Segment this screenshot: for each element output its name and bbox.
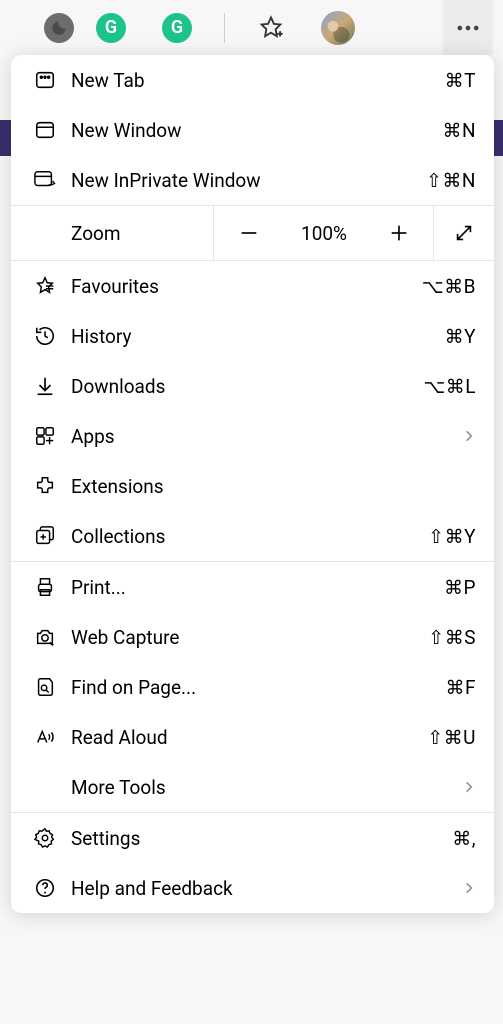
menu-item-apps[interactable]: Apps <box>11 411 494 461</box>
profile-avatar[interactable] <box>321 11 355 45</box>
chevron-right-icon <box>462 429 476 443</box>
new-tab-icon <box>25 69 65 91</box>
favourites-icon <box>25 275 65 297</box>
menu-item-favourites[interactable]: Favourites ⌥⌘B <box>11 261 494 311</box>
apps-icon <box>25 425 65 447</box>
print-icon <box>25 576 65 598</box>
grammarly-icon[interactable]: G <box>96 13 126 43</box>
menu-item-downloads[interactable]: Downloads ⌥⌘L <box>11 361 494 411</box>
menu-shortcut: ⌘T <box>445 69 476 92</box>
menu-label: Read Aloud <box>65 726 427 749</box>
zoom-controls: Zoom 100% <box>11 205 494 261</box>
zoom-out-button[interactable] <box>214 206 284 260</box>
menu-item-history[interactable]: History ⌘Y <box>11 311 494 361</box>
menu-item-new-tab[interactable]: New Tab ⌘T <box>11 55 494 105</box>
menu-shortcut: ⌥⌘B <box>422 275 476 298</box>
chevron-right-icon <box>462 780 476 794</box>
menu-item-more-tools[interactable]: More Tools <box>11 762 494 812</box>
settings-menu: New Tab ⌘T New Window ⌘N New InPrivate W… <box>11 55 494 913</box>
menu-label: Print... <box>65 576 444 599</box>
menu-shortcut: ⇧⌘U <box>427 726 476 749</box>
toolbar-separator <box>224 13 225 43</box>
zoom-value: 100% <box>284 206 364 260</box>
collections-icon <box>25 525 65 547</box>
menu-label: New Tab <box>65 69 445 92</box>
menu-item-extensions[interactable]: Extensions <box>11 461 494 511</box>
menu-label: Find on Page... <box>65 676 445 699</box>
menu-shortcut: ⌘, <box>452 827 476 850</box>
menu-shortcut: ⌘Y <box>445 325 476 348</box>
dark-mode-icon[interactable] <box>44 13 74 43</box>
menu-label: Extensions <box>65 475 476 498</box>
menu-label: More Tools <box>65 776 462 799</box>
menu-label: New Window <box>65 119 442 142</box>
menu-shortcut: ⌘N <box>442 119 476 142</box>
menu-shortcut: ⌘P <box>444 576 476 599</box>
extensions-icon <box>25 475 65 497</box>
downloads-icon <box>25 375 65 397</box>
menu-shortcut: ⇧⌘N <box>426 169 476 192</box>
menu-label: History <box>65 325 445 348</box>
menu-label: Downloads <box>65 375 423 398</box>
favourites-star-icon[interactable] <box>257 14 285 42</box>
menu-item-help[interactable]: Help and Feedback <box>11 863 494 913</box>
menu-item-find[interactable]: Find on Page... ⌘F <box>11 662 494 712</box>
menu-label: Settings <box>65 827 452 850</box>
new-window-icon <box>25 119 65 141</box>
menu-shortcut: ⇧⌘S <box>428 626 476 649</box>
fullscreen-button[interactable] <box>434 206 494 260</box>
menu-item-new-window[interactable]: New Window ⌘N <box>11 105 494 155</box>
menu-shortcut: ⇧⌘Y <box>428 525 476 548</box>
browser-toolbar: G G <box>0 0 503 55</box>
menu-item-web-capture[interactable]: Web Capture ⇧⌘S <box>11 612 494 662</box>
more-menu-button[interactable] <box>443 0 493 55</box>
inprivate-icon <box>25 169 65 191</box>
menu-shortcut: ⌘F <box>445 676 476 699</box>
history-icon <box>25 325 65 347</box>
menu-label: Apps <box>65 425 462 448</box>
help-icon <box>25 877 65 899</box>
find-icon <box>25 676 65 698</box>
zoom-in-button[interactable] <box>364 206 434 260</box>
menu-item-new-inprivate[interactable]: New InPrivate Window ⇧⌘N <box>11 155 494 205</box>
menu-shortcut: ⌥⌘L <box>423 375 476 398</box>
settings-icon <box>25 827 65 849</box>
menu-label: Collections <box>65 525 428 548</box>
menu-label: Favourites <box>65 275 422 298</box>
menu-item-settings[interactable]: Settings ⌘, <box>11 813 494 863</box>
menu-label: Web Capture <box>65 626 428 649</box>
chevron-right-icon <box>462 881 476 895</box>
menu-label: Help and Feedback <box>65 877 462 900</box>
camera-icon <box>25 626 65 648</box>
zoom-label: Zoom <box>11 206 214 260</box>
menu-item-read-aloud[interactable]: Read Aloud ⇧⌘U <box>11 712 494 762</box>
menu-item-collections[interactable]: Collections ⇧⌘Y <box>11 511 494 561</box>
read-aloud-icon <box>25 726 65 748</box>
menu-item-print[interactable]: Print... ⌘P <box>11 562 494 612</box>
menu-label: New InPrivate Window <box>65 169 426 192</box>
grammarly-icon-2[interactable]: G <box>162 13 192 43</box>
